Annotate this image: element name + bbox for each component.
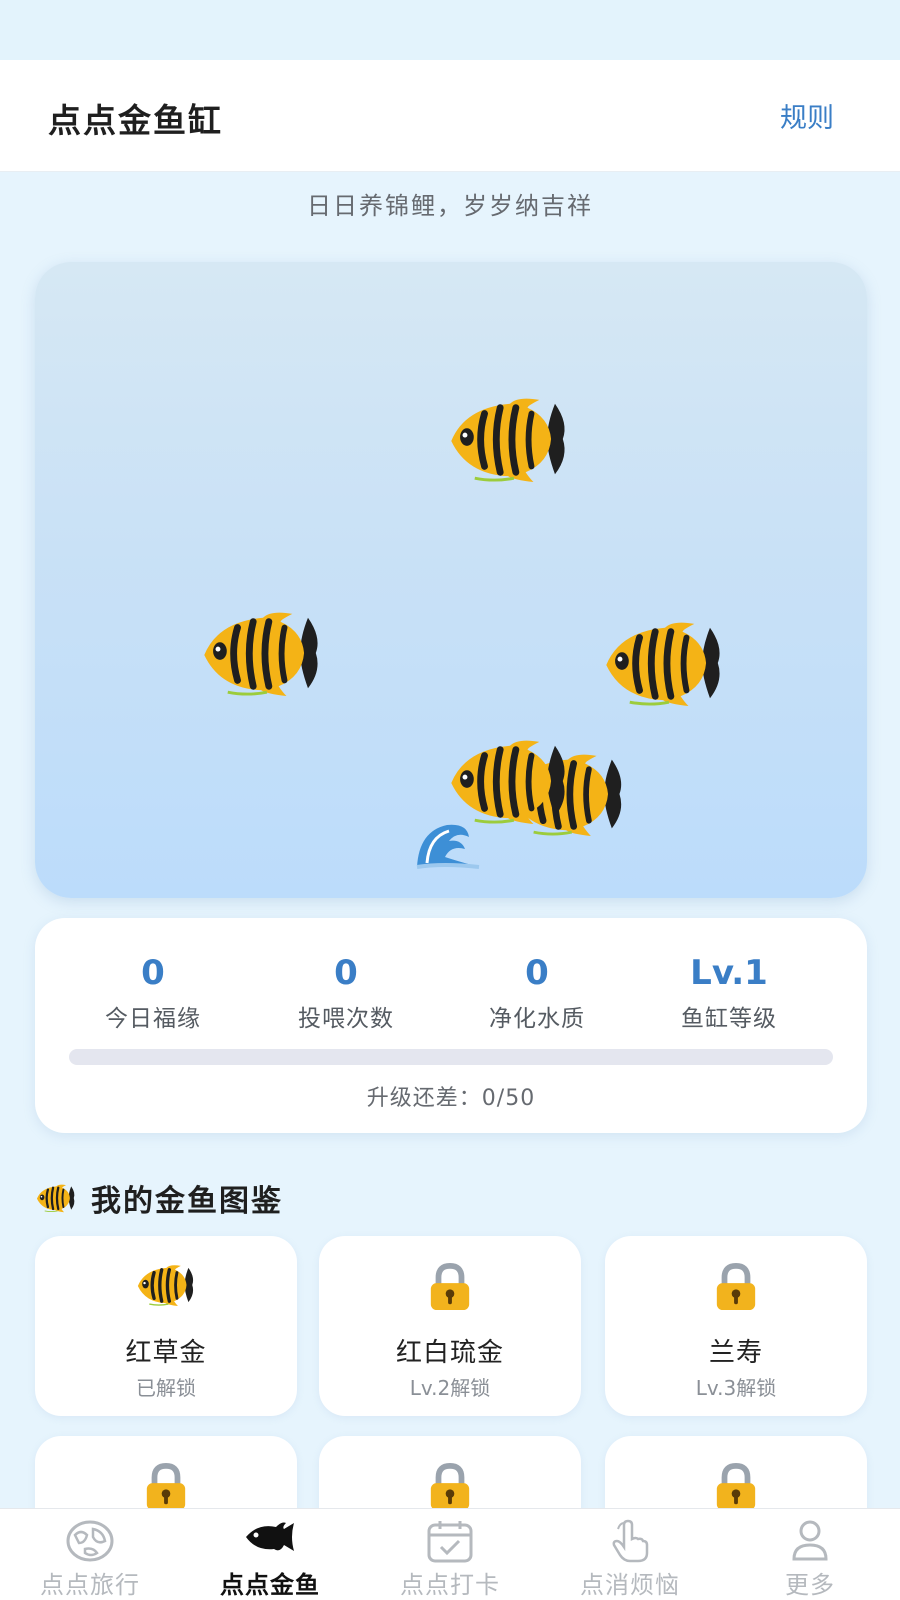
status-bar-area (0, 0, 900, 60)
collection-item-name: 红白琉金 (395, 1338, 504, 1368)
calendar-check-icon (427, 1521, 473, 1563)
collection-item-lanshou[interactable]: 兰寿 Lv.3解锁 (605, 1236, 867, 1416)
collection-item-status: Lv.2解锁 (409, 1376, 491, 1400)
stat-value: 0 (334, 953, 358, 993)
tab-more[interactable]: 更多 (720, 1509, 900, 1600)
collection-item-name: 红草金 (125, 1338, 207, 1368)
collection-title: 我的金鱼图鉴 (91, 1184, 283, 1219)
tab-label: 更多 (785, 1571, 835, 1599)
stat-today-fortune: 0 今日福缘 (49, 953, 257, 1033)
map-icon (66, 1520, 114, 1562)
stat-value: 0 (525, 953, 549, 993)
page-title: 点点金鱼缸 (48, 101, 223, 140)
user-icon (792, 1520, 828, 1561)
collection-item-status: 已解锁 (136, 1376, 196, 1400)
stat-tank-level: Lv.1 鱼缸等级 (625, 953, 833, 1033)
butterflyfish-icon[interactable] (445, 736, 573, 826)
lock-icon (713, 1462, 759, 1512)
stat-value: 0 (141, 953, 165, 993)
stat-label: 投喂次数 (298, 1006, 394, 1032)
fish-icon (35, 1183, 77, 1213)
lock-icon (143, 1462, 189, 1512)
collection-item-hongcaojin[interactable]: 红草金 已解锁 (35, 1236, 297, 1416)
wave-icon (416, 824, 480, 869)
lock-icon (713, 1262, 759, 1312)
tab-checkin[interactable]: 点点打卡 (360, 1509, 540, 1600)
stats-card: 0 今日福缘 0 投喂次数 0 净化水质 Lv.1 鱼缸等级 升级还差：0/50 (35, 918, 867, 1133)
level-progress-bar (69, 1049, 833, 1065)
butterflyfish-icon[interactable] (600, 618, 728, 708)
tab-relieve-worries[interactable]: 点消烦恼 (540, 1509, 720, 1600)
level-progress-text: 升级还差：0/50 (366, 1086, 536, 1111)
butterflyfish-icon[interactable] (445, 394, 573, 484)
fish-icon (135, 1262, 197, 1308)
lock-icon (427, 1462, 473, 1512)
tab-travel[interactable]: 点点旅行 (0, 1509, 180, 1600)
stat-label: 净化水质 (489, 1006, 585, 1032)
stat-label: 鱼缸等级 (681, 1006, 777, 1032)
stat-feed-count: 0 投喂次数 (242, 953, 450, 1033)
collection-item-hongbailiujin[interactable]: 红白琉金 Lv.2解锁 (319, 1236, 581, 1416)
fish-icon (246, 1522, 294, 1551)
collection-header: 我的金鱼图鉴 (35, 1176, 283, 1220)
stat-water-purify: 0 净化水质 (433, 953, 641, 1033)
fish-tank[interactable] (35, 262, 867, 898)
slogan-text: 日日养锦鲤，岁岁纳吉祥 (307, 192, 593, 220)
tab-goldfish[interactable]: 点点金鱼 (180, 1509, 360, 1600)
butterflyfish-icon[interactable] (198, 608, 326, 698)
lock-icon (427, 1262, 473, 1312)
tab-label: 点点金鱼 (220, 1571, 320, 1599)
rules-link[interactable]: 规则 (780, 96, 834, 135)
collection-item-name: 兰寿 (708, 1338, 763, 1368)
app-header: 点点金鱼缸 规则 (0, 60, 900, 172)
tab-label: 点点旅行 (40, 1571, 140, 1599)
stat-value: Lv.1 (690, 953, 768, 993)
stat-label: 今日福缘 (105, 1006, 201, 1032)
collection-item-status: Lv.3解锁 (695, 1376, 777, 1400)
tab-label: 点点打卡 (400, 1571, 500, 1599)
tab-label: 点消烦恼 (580, 1571, 680, 1599)
tap-hand-icon (612, 1519, 649, 1563)
bottom-tab-bar: 点点旅行 点点金鱼 点点打卡 点消烦恼 更多 (0, 1508, 900, 1600)
